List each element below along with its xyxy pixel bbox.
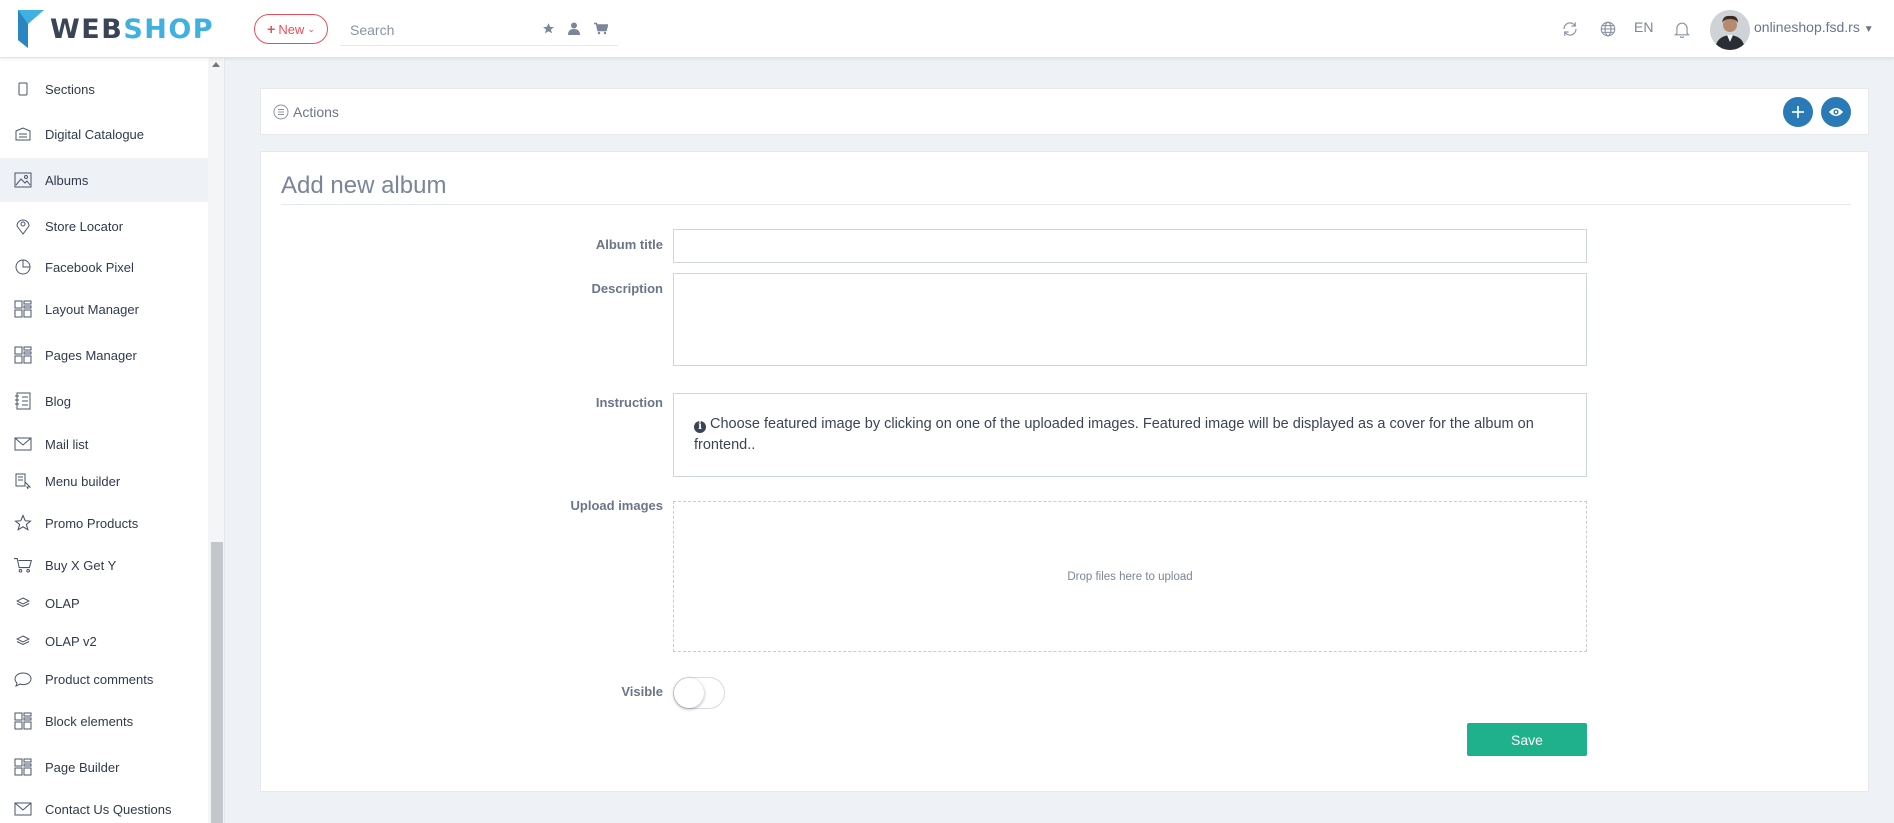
- upload-dropzone[interactable]: Drop files here to upload: [673, 501, 1587, 652]
- instruction-label: Instruction: [595, 395, 663, 410]
- sidebar-item-sections[interactable]: Sections: [0, 68, 208, 110]
- layout-icon: [14, 300, 32, 318]
- logo-text: WEBSHOP: [50, 13, 215, 45]
- sidebar-item-block-elements[interactable]: Block elements: [0, 700, 208, 742]
- sidebar-item-olap[interactable]: OLAP: [0, 582, 208, 624]
- blog-icon: [14, 392, 32, 410]
- new-button[interactable]: + New ⌄: [254, 14, 328, 44]
- layout-icon: [14, 346, 32, 364]
- avatar[interactable]: [1710, 10, 1750, 50]
- eye-icon: [1829, 108, 1843, 116]
- refresh-icon[interactable]: [1560, 19, 1580, 39]
- sidebar-item-menu-builder[interactable]: Menu builder: [0, 460, 208, 502]
- sidebar-item-blog[interactable]: Blog: [0, 380, 208, 422]
- scroll-up-arrow-icon[interactable]: [212, 62, 220, 67]
- cart-icon: [14, 556, 32, 574]
- sidebar: Sections Digital Catalogue Albums Store …: [0, 58, 225, 823]
- chevron-down-icon: ⌄: [307, 23, 315, 34]
- sidebar-item-facebook-pixel[interactable]: Facebook Pixel: [0, 246, 208, 288]
- add-button[interactable]: [1783, 97, 1813, 127]
- dropzone-text: Drop files here to upload: [1067, 570, 1193, 583]
- info-icon: i: [694, 421, 706, 433]
- sidebar-item-product-comments[interactable]: Product comments: [0, 658, 208, 700]
- envelope-icon: [14, 435, 32, 453]
- sidebar-item-page-builder[interactable]: Page Builder: [0, 746, 208, 788]
- layers-icon: [14, 594, 32, 612]
- list-circle-icon: [273, 104, 289, 120]
- visible-label: Visible: [621, 684, 663, 699]
- sidebar-item-buy-x-get-y[interactable]: Buy X Get Y: [0, 544, 208, 586]
- plus-icon: [1792, 106, 1804, 118]
- sidebar-item-promo-products[interactable]: Promo Products: [0, 502, 208, 544]
- layers-icon: [14, 632, 32, 650]
- layout-icon: [14, 712, 32, 730]
- sidebar-item-contact-us-questions[interactable]: Contact Us Questions: [0, 788, 208, 823]
- bell-icon[interactable]: [1672, 19, 1692, 39]
- actions-menu[interactable]: Actions: [273, 104, 339, 120]
- webshop-logo[interactable]: WEBSHOP: [18, 9, 214, 49]
- album-form-card: Add new album Album title Description In…: [260, 151, 1869, 792]
- upload-images-label: Upload images: [570, 498, 663, 513]
- sidebar-item-digital-catalogue[interactable]: Digital Catalogue: [0, 113, 208, 155]
- globe-icon[interactable]: [1598, 19, 1618, 39]
- sidebar-item-pages-manager[interactable]: Pages Manager: [0, 334, 208, 376]
- sidebar-item-albums[interactable]: Albums: [0, 158, 208, 202]
- album-title-label: Album title: [595, 237, 663, 252]
- sidebar-scroll-thumb[interactable]: [211, 542, 223, 823]
- cart-icon[interactable]: [593, 20, 609, 36]
- menu-builder-icon: [14, 472, 32, 490]
- page-title: Add new album: [281, 172, 447, 199]
- description-field[interactable]: [673, 273, 1587, 366]
- plus-icon: +: [267, 21, 276, 37]
- description-textarea[interactable]: [674, 274, 1586, 365]
- map-pin-icon: [14, 217, 32, 235]
- sidebar-item-mail-list[interactable]: Mail list: [0, 423, 208, 465]
- sidebar-item-layout-manager[interactable]: Layout Manager: [0, 288, 208, 330]
- catalogue-icon: [14, 125, 32, 143]
- toggle-knob: [674, 678, 704, 708]
- preview-button[interactable]: [1821, 97, 1851, 127]
- logo-mark-icon: [18, 10, 44, 48]
- sidebar-item-store-locator[interactable]: Store Locator: [0, 205, 208, 247]
- tablet-icon: [14, 80, 32, 98]
- caret-down-icon: ▼: [1863, 24, 1874, 35]
- save-button[interactable]: Save: [1467, 723, 1587, 756]
- description-label: Description: [591, 281, 663, 296]
- user-menu[interactable]: onlineshop.fsd.rs ▼: [1754, 19, 1874, 35]
- title-divider: [281, 204, 1851, 205]
- layout-icon: [14, 758, 32, 776]
- image-icon: [14, 171, 32, 189]
- visible-toggle[interactable]: [673, 677, 725, 709]
- search-input[interactable]: [340, 21, 530, 38]
- sidebar-item-olap-v2[interactable]: OLAP v2: [0, 620, 208, 662]
- album-title-field[interactable]: [673, 229, 1587, 263]
- pie-chart-icon: [14, 258, 32, 276]
- comment-icon: [14, 670, 32, 688]
- instruction-box: i Choose featured image by clicking on on…: [673, 393, 1587, 477]
- album-title-input[interactable]: [674, 230, 1586, 262]
- envelope-icon: [14, 800, 32, 818]
- user-icon[interactable]: [566, 20, 582, 36]
- star-icon: [14, 514, 32, 532]
- language-selector[interactable]: EN: [1634, 19, 1653, 35]
- actions-bar: Actions: [260, 88, 1869, 135]
- star-icon[interactable]: [540, 20, 556, 36]
- instruction-text: Choose featured image by clicking on one…: [694, 416, 1534, 453]
- top-bar: WEBSHOP + New ⌄ EN onlineshop.fsd.rs ▼: [0, 0, 1894, 58]
- new-button-label: New: [278, 21, 305, 37]
